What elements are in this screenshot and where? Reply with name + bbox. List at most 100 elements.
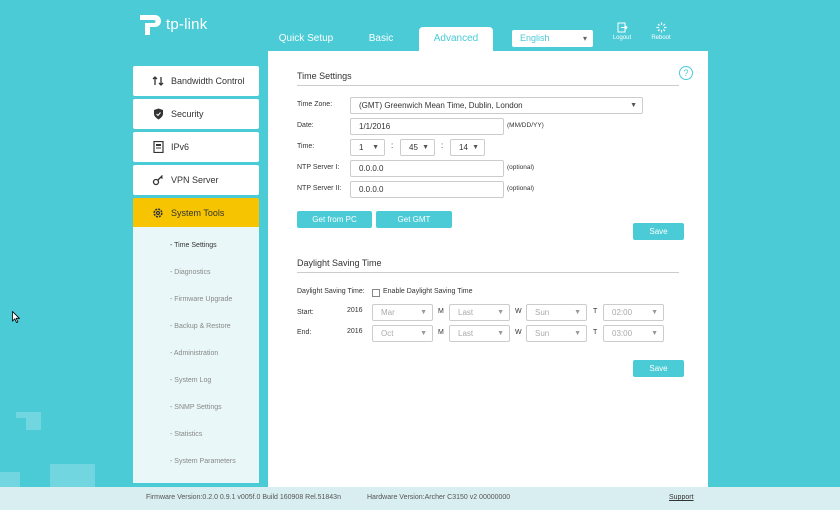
enable-dst-label[interactable]: Enable Daylight Saving Time <box>383 288 473 295</box>
dst-end-day-select[interactable]: Sun ▼ <box>526 325 587 342</box>
submenu-firmware-upgrade[interactable]: - Firmware Upgrade <box>170 296 232 303</box>
dst-start-week-value: Last <box>458 308 474 317</box>
language-value: English <box>520 33 550 43</box>
time-separator: : <box>391 141 394 150</box>
dst-start-year: 2016 <box>347 307 363 314</box>
submenu-system-log[interactable]: - System Log <box>170 377 211 384</box>
sidebar-item-security[interactable]: Security <box>133 99 259 129</box>
enable-dst-checkbox[interactable] <box>372 289 380 297</box>
logout-button[interactable]: Logout <box>607 22 637 41</box>
sidebar: Bandwidth Control Security IPv6 VPN Serv… <box>133 51 259 483</box>
ntp2-label: NTP Server II: <box>297 185 342 192</box>
bandwidth-arrows-icon <box>151 74 165 88</box>
minute-value: 45 <box>409 143 418 152</box>
dst-end-label: End: <box>297 329 312 336</box>
sidebar-item-label: Bandwidth Control <box>171 76 245 86</box>
save-dst-button[interactable]: Save <box>633 360 684 377</box>
chevron-down-icon: ▼ <box>372 144 379 151</box>
chevron-down-icon: ▼ <box>651 330 658 337</box>
shield-icon <box>151 107 165 121</box>
sidebar-item-system-tools[interactable]: System Tools <box>133 198 259 228</box>
week-letter: W <box>515 308 522 315</box>
dst-start-time-select[interactable]: 02:00 ▼ <box>603 304 664 321</box>
divider <box>297 85 679 86</box>
get-from-pc-button[interactable]: Get from PC <box>297 211 372 228</box>
tab-advanced[interactable]: Advanced <box>419 27 493 51</box>
month-letter: M <box>438 308 444 315</box>
support-link[interactable]: Support <box>669 494 694 501</box>
date-label: Date: <box>297 122 314 129</box>
submenu-backup-restore[interactable]: - Backup & Restore <box>170 323 231 330</box>
date-input[interactable]: 1/1/2016 <box>350 118 504 135</box>
reboot-button[interactable]: Reboot <box>646 22 676 41</box>
dst-start-day-select[interactable]: Sun ▼ <box>526 304 587 321</box>
gear-icon <box>151 206 165 220</box>
sidebar-item-label: VPN Server <box>171 175 219 185</box>
dst-end-day-value: Sun <box>535 329 550 338</box>
logout-icon <box>617 22 628 33</box>
dst-end-month-select[interactable]: Oct ▼ <box>372 325 433 342</box>
submenu-administration[interactable]: - Administration <box>170 350 218 357</box>
chevron-down-icon: ▼ <box>651 309 658 316</box>
timezone-value: (GMT) Greenwich Mean Time, Dublin, Londo… <box>359 101 523 110</box>
submenu-time-settings[interactable]: - Time Settings <box>170 242 217 249</box>
sidebar-item-label: IPv6 <box>171 142 190 152</box>
week-letter: W <box>515 329 522 336</box>
dst-start-time-value: 02:00 <box>612 308 633 317</box>
submenu-snmp-settings[interactable]: - SNMP Settings <box>170 404 222 411</box>
hour-select[interactable]: 1 ▼ <box>350 139 385 156</box>
dst-end-week-select[interactable]: Last ▼ <box>449 325 510 342</box>
chevron-down-icon: ▼ <box>497 330 504 337</box>
second-select[interactable]: 14 ▼ <box>450 139 485 156</box>
dst-end-time-value: 03:00 <box>612 329 633 338</box>
save-time-settings-button[interactable]: Save <box>633 223 684 240</box>
sidebar-item-bandwidth-control[interactable]: Bandwidth Control <box>133 66 259 96</box>
tab-basic[interactable]: Basic <box>361 27 401 51</box>
reboot-icon <box>656 22 666 33</box>
dst-start-week-select[interactable]: Last ▼ <box>449 304 510 321</box>
chevron-down-icon: ▾ <box>582 34 587 43</box>
time-label: Time: <box>297 143 315 150</box>
ntp-server-1-input[interactable]: 0.0.0.0 <box>350 160 504 177</box>
submenu-diagnostics[interactable]: - Diagnostics <box>170 269 210 276</box>
ntp-server-2-input[interactable]: 0.0.0.0 <box>350 181 504 198</box>
sidebar-item-label: Security <box>171 109 204 119</box>
brand-name: tp-link <box>166 16 208 33</box>
firmware-version: Firmware Version:0.2.0 0.9.1 v005f.0 Bui… <box>146 494 341 501</box>
time-letter: T <box>593 329 598 336</box>
chevron-down-icon: ▼ <box>472 144 479 151</box>
tp-link-logo-icon <box>140 15 161 35</box>
help-icon[interactable]: ? <box>679 66 693 80</box>
time-letter: T <box>593 308 598 315</box>
dst-start-month-select[interactable]: Mar ▼ <box>372 304 433 321</box>
date-format-hint: (MM/DD/YY) <box>507 122 544 129</box>
logout-label: Logout <box>612 35 632 41</box>
get-gmt-button[interactable]: Get GMT <box>376 211 452 228</box>
footer: Firmware Version:0.2.0 0.9.1 v005f.0 Bui… <box>0 487 840 510</box>
dst-title: Daylight Saving Time <box>297 258 382 268</box>
chevron-down-icon: ▼ <box>630 102 637 109</box>
timezone-select[interactable]: (GMT) Greenwich Mean Time, Dublin, Londo… <box>350 97 643 114</box>
minute-select[interactable]: 45 ▼ <box>400 139 435 156</box>
month-letter: M <box>438 329 444 336</box>
ntp1-label: NTP Server I: <box>297 164 340 171</box>
submenu-statistics[interactable]: - Statistics <box>170 431 202 438</box>
second-value: 14 <box>459 143 468 152</box>
chevron-down-icon: ▼ <box>420 330 427 337</box>
dst-end-month-value: Oct <box>381 329 394 338</box>
main-panel: ? Time Settings Time Zone: (GMT) Greenwi… <box>268 51 708 487</box>
mouse-cursor-icon <box>12 311 20 323</box>
submenu-system-parameters[interactable]: - System Parameters <box>170 458 236 465</box>
divider <box>297 272 679 273</box>
timezone-label: Time Zone: <box>297 101 333 108</box>
key-icon <box>151 173 165 187</box>
language-select[interactable]: English ▾ <box>512 30 593 47</box>
sidebar-item-vpn-server[interactable]: VPN Server <box>133 165 259 195</box>
tp-link-logo: tp-link <box>134 11 207 38</box>
bg-decoration <box>16 412 26 418</box>
sidebar-item-ipv6[interactable]: IPv6 <box>133 132 259 162</box>
dst-start-day-value: Sun <box>535 308 550 317</box>
tab-quick-setup[interactable]: Quick Setup <box>273 27 339 51</box>
dst-end-time-select[interactable]: 03:00 ▼ <box>603 325 664 342</box>
optional-hint: (optional) <box>507 164 535 171</box>
